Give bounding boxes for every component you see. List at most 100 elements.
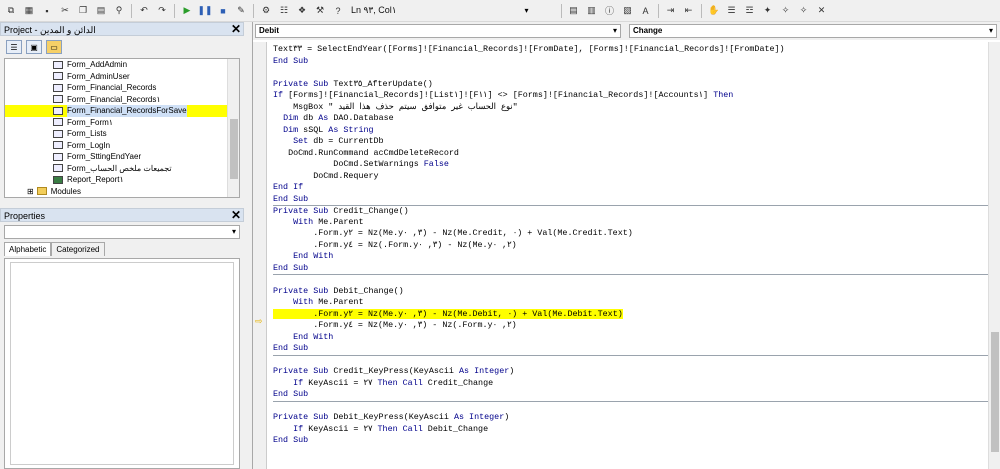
- code-line[interactable]: Dim db As DAO.Database: [273, 113, 989, 125]
- code-line[interactable]: Private Sub Debit_Change(): [273, 286, 989, 298]
- uncomment-block-icon[interactable]: ☲: [743, 4, 757, 18]
- properties-icon[interactable]: ☷: [277, 4, 291, 18]
- code-line[interactable]: [273, 354, 989, 367]
- code-line[interactable]: Text٣٣ = SelectEndYear([Forms]![Financia…: [273, 44, 989, 56]
- code-line[interactable]: With Me.Parent: [273, 217, 989, 229]
- cut-icon[interactable]: ✂: [58, 4, 72, 18]
- code-line-text: Dim sSQL As String: [283, 124, 374, 135]
- expand-icon[interactable]: ⊞: [27, 186, 34, 198]
- tree-item[interactable]: Form_Lists: [5, 128, 239, 140]
- code-line[interactable]: If KeyAscii = ٢٧ Then Call Credit_Change: [273, 378, 989, 390]
- code-line[interactable]: .Form.y٤ = Nz(Me.y٣, ٠) - Nz(.Form.y٢, ٠…: [273, 320, 989, 332]
- view-object-icon[interactable]: ▣: [26, 40, 42, 54]
- quick-info-icon[interactable]: ⓘ: [603, 4, 617, 18]
- reset-icon[interactable]: ■: [216, 4, 230, 18]
- properties-object-select[interactable]: ▾: [4, 225, 240, 239]
- code-line[interactable]: Dim sSQL As String: [273, 125, 989, 137]
- code-line[interactable]: If [Forms]![Financial_Records]![List١]![…: [273, 90, 989, 102]
- prev-bookmark-icon[interactable]: ✧: [797, 4, 811, 18]
- insert-module-icon[interactable]: ▦: [22, 4, 36, 18]
- code-line[interactable]: .Form.y٤ = Nz(.Form.y٣, ٠) - Nz(Me.y٢, ٠…: [273, 240, 989, 252]
- toggle-folders-icon[interactable]: ▭: [46, 40, 62, 54]
- code-margin[interactable]: [253, 42, 267, 469]
- tree-item[interactable]: Form_Financial_Records١: [5, 94, 239, 106]
- tree-item-modules[interactable]: ⊞ Modules: [5, 186, 239, 198]
- procedure-select[interactable]: Change ▾: [629, 24, 997, 38]
- tree-item[interactable]: Form_Financial_Records: [5, 82, 239, 94]
- code-line[interactable]: DoCmd.RunCommand acCmdDeleteRecord: [273, 148, 989, 160]
- code-line[interactable]: Private Sub Text٣٥_AfterUpdate(): [273, 79, 989, 91]
- code-line[interactable]: Private Sub Credit_Change(): [273, 205, 989, 217]
- code-line[interactable]: DoCmd.SetWarnings False: [273, 159, 989, 171]
- tab-alphabetic[interactable]: Alphabetic: [4, 242, 52, 256]
- find-icon[interactable]: ⚲: [112, 4, 126, 18]
- code-line[interactable]: End With: [273, 251, 989, 263]
- help-icon[interactable]: ?: [331, 4, 345, 18]
- code-line[interactable]: With Me.Parent: [273, 297, 989, 309]
- code-area[interactable]: Text٣٣ = SelectEndYear([Forms]![Financia…: [273, 44, 989, 469]
- code-line[interactable]: End Sub: [273, 343, 989, 355]
- run-icon[interactable]: ▶: [180, 4, 194, 18]
- redo-icon[interactable]: ↷: [155, 4, 169, 18]
- code-line[interactable]: .Form.y٢ = Nz(Me.y٣, ٠) - Nz(Me.Debit, ٠…: [273, 308, 989, 321]
- next-bookmark-icon[interactable]: ✧: [779, 4, 793, 18]
- tree-item[interactable]: Form_LogIn: [5, 140, 239, 152]
- object-browser-icon[interactable]: ❖: [295, 4, 309, 18]
- design-mode-icon[interactable]: ✎: [234, 4, 248, 18]
- code-line[interactable]: Private Sub Debit_KeyPress(KeyAscii As I…: [273, 412, 989, 424]
- complete-word-icon[interactable]: A: [639, 4, 653, 18]
- code-line[interactable]: DoCmd.Requery: [273, 171, 989, 183]
- code-line[interactable]: End With: [273, 332, 989, 344]
- break-icon[interactable]: ❚❚: [197, 4, 212, 18]
- code-line[interactable]: .Form.y٢ = Nz(Me.y٣, ٠) - Nz(Me.Credit, …: [273, 228, 989, 240]
- view-code-icon[interactable]: ☰: [6, 40, 22, 54]
- list-properties-icon[interactable]: ▤: [567, 4, 581, 18]
- code-line[interactable]: Set db = CurrentDb: [273, 136, 989, 148]
- tree-item[interactable]: Form_Form١: [5, 117, 239, 129]
- code-line[interactable]: If KeyAscii = ٢٧ Then Call Debit_Change: [273, 424, 989, 436]
- list-constants-icon[interactable]: ▥: [585, 4, 599, 18]
- object-select[interactable]: Debit ▾: [255, 24, 621, 38]
- toolbox-icon[interactable]: ⚒: [313, 4, 327, 18]
- outdent-icon[interactable]: ⇤: [682, 4, 696, 18]
- tree-item[interactable]: Form_SttingEndYaer: [5, 151, 239, 163]
- parameter-info-icon[interactable]: ▧: [621, 4, 635, 18]
- code-line[interactable]: [273, 274, 989, 286]
- code-line[interactable]: End Sub: [273, 435, 989, 447]
- code-line[interactable]: End Sub: [273, 56, 989, 68]
- scroll-thumb[interactable]: [991, 332, 999, 452]
- toolbar-dropdown[interactable]: ▾: [410, 3, 531, 18]
- copy-icon[interactable]: ❐: [76, 4, 90, 18]
- close-icon[interactable]: ✕: [231, 208, 241, 222]
- tree-item[interactable]: Form_AddAdmin: [5, 59, 239, 71]
- tree-item-label: Form_تجميعات ملخص الحساب: [67, 163, 172, 173]
- tree-item[interactable]: Form_AdminUser: [5, 71, 239, 83]
- project-explorer-icon[interactable]: ⚙: [259, 4, 273, 18]
- code-line[interactable]: End Sub: [273, 263, 989, 275]
- tree-item[interactable]: Report_Report١: [5, 174, 239, 186]
- close-icon[interactable]: ✕: [231, 22, 241, 36]
- code-line[interactable]: [273, 67, 989, 79]
- tree-item[interactable]: Form_تجميعات ملخص الحساب: [5, 163, 239, 175]
- clear-bookmarks-icon[interactable]: ✕: [815, 4, 829, 18]
- code-line[interactable]: MsgBox " نوع الحساب غير متوافق سيتم حذف …: [273, 102, 989, 114]
- code-line[interactable]: End If: [273, 182, 989, 194]
- comment-block-icon[interactable]: ☰: [725, 4, 739, 18]
- code-line[interactable]: End Sub: [273, 194, 989, 206]
- save-icon[interactable]: ▪: [40, 4, 54, 18]
- view-access-icon[interactable]: ⧉: [4, 4, 18, 18]
- code-line[interactable]: [273, 400, 989, 413]
- indent-icon[interactable]: ⇥: [664, 4, 678, 18]
- form-icon: [53, 141, 63, 150]
- tab-categorized[interactable]: Categorized: [51, 242, 105, 256]
- code-line[interactable]: End Sub: [273, 389, 989, 401]
- toggle-bookmark-icon[interactable]: ✦: [761, 4, 775, 18]
- code-scrollbar[interactable]: [988, 42, 1000, 469]
- toggle-breakpoint-icon[interactable]: ✋: [707, 4, 721, 18]
- tree-item-selected[interactable]: Form_Financial_RecordsForSave: [5, 105, 239, 117]
- paste-icon[interactable]: ▤: [94, 4, 108, 18]
- undo-icon[interactable]: ↶: [137, 4, 151, 18]
- code-line[interactable]: Private Sub Credit_KeyPress(KeyAscii As …: [273, 366, 989, 378]
- project-scrollbar[interactable]: [227, 59, 239, 197]
- scroll-thumb[interactable]: [230, 119, 238, 179]
